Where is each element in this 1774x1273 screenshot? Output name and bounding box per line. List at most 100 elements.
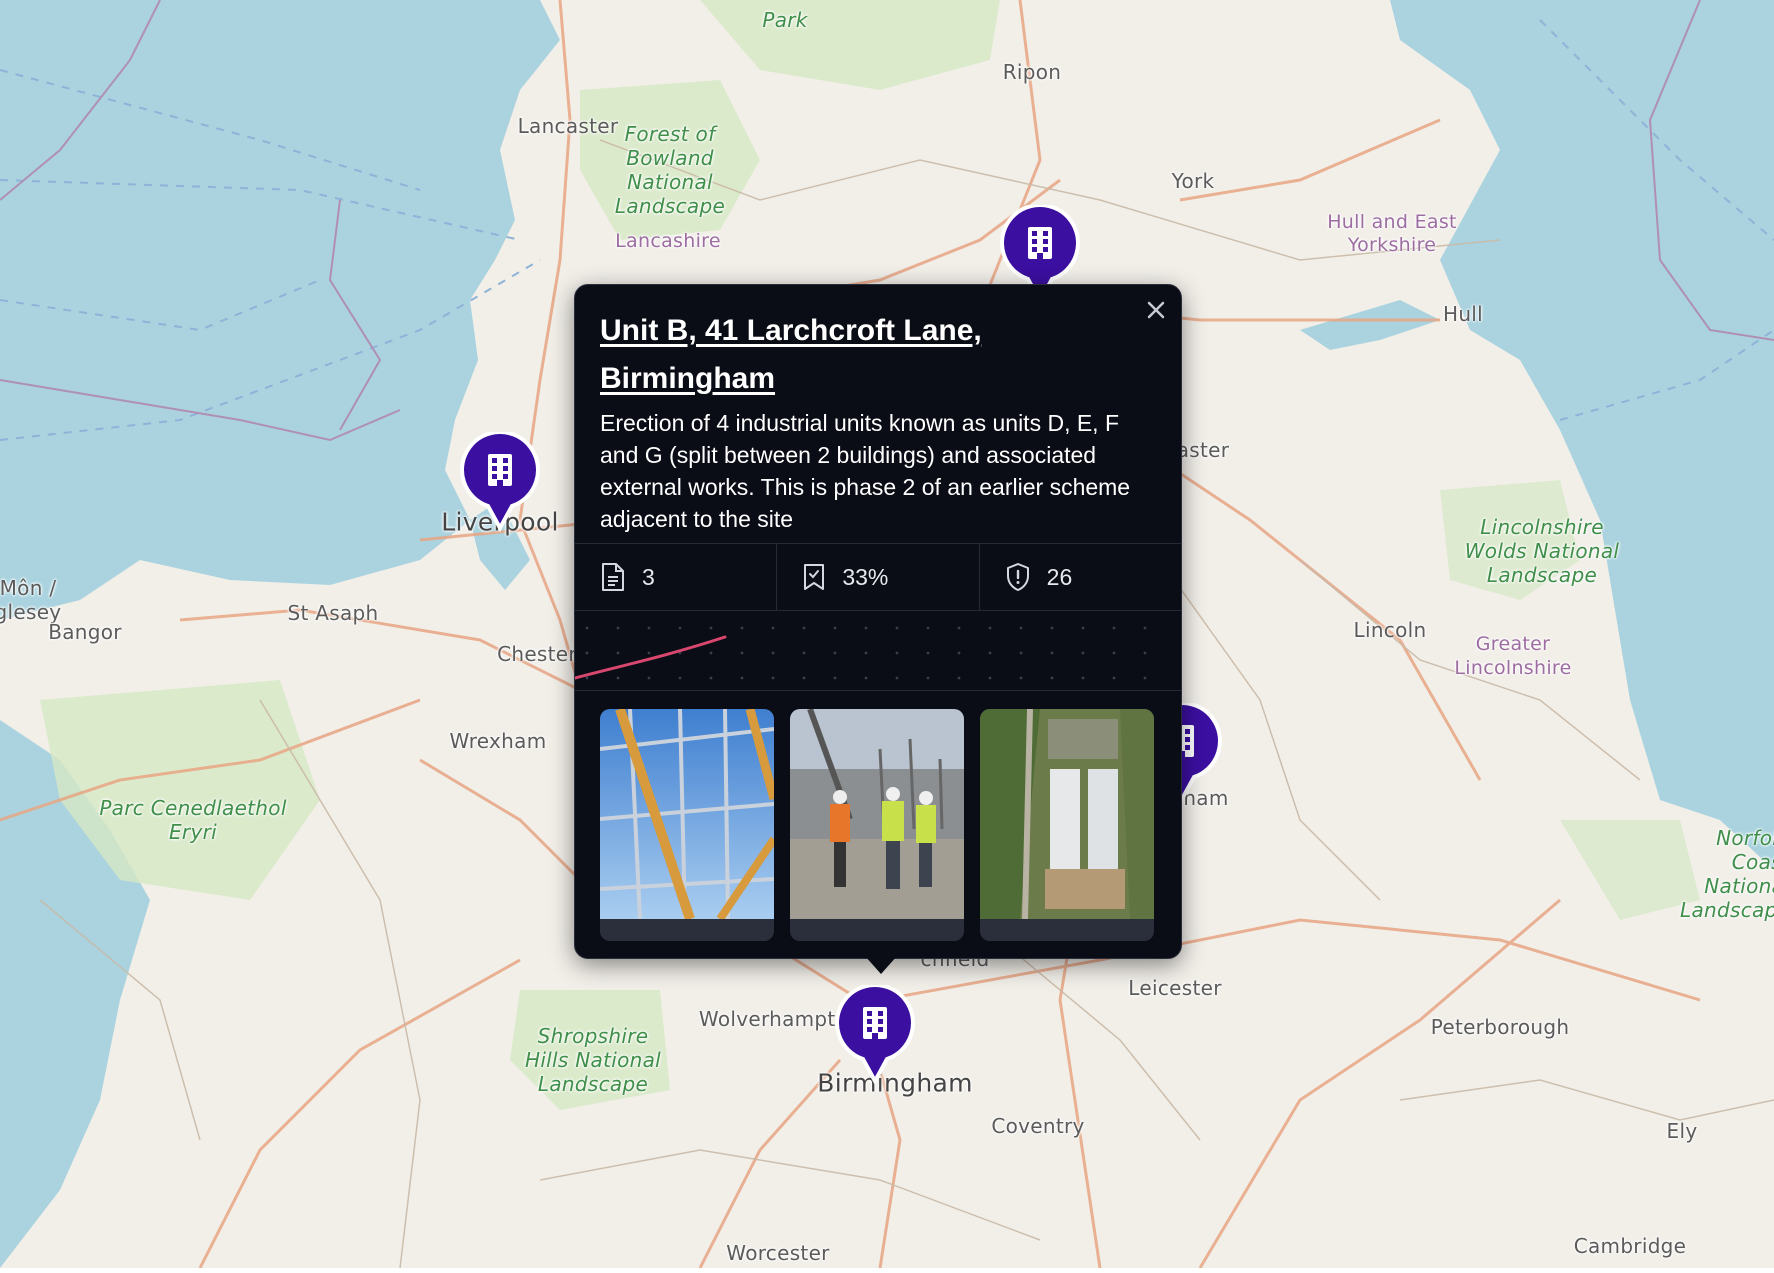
- grid-dot: [647, 651, 651, 655]
- construction-workers-photo-icon: [790, 709, 964, 941]
- grid-dot: [988, 626, 992, 630]
- grid-dot: [740, 651, 744, 655]
- grid-dot: [678, 676, 682, 680]
- bookmark-percent: 33%: [842, 563, 889, 590]
- grid-dot: [1019, 676, 1023, 680]
- grid-dot: [1081, 676, 1085, 680]
- site-popup: Unit B, 41 Larchcroft Lane, Birmingham E…: [574, 284, 1182, 974]
- place-label: York: [1171, 169, 1215, 193]
- grid-dot: [1081, 651, 1085, 655]
- grid-dot: [988, 676, 992, 680]
- grid-dot: [1050, 676, 1054, 680]
- grid-dot: [833, 651, 837, 655]
- grid-dot: [1081, 626, 1085, 630]
- place-label: Lincolnshire Wolds National Landscape: [1464, 515, 1620, 587]
- grid-dot: [740, 676, 744, 680]
- place-label: Norfolk Coast National Landscape: [1680, 826, 1774, 922]
- grid-dot: [585, 651, 589, 655]
- grid-dot: [833, 676, 837, 680]
- place-label: St Asaph: [287, 601, 379, 625]
- grid-dot: [709, 676, 713, 680]
- grid-dot: [802, 626, 806, 630]
- grid-dot: [833, 626, 837, 630]
- sparkline-series: [575, 635, 727, 680]
- grid-dot: [926, 651, 930, 655]
- grid-dot: [709, 651, 713, 655]
- grid-dot: [802, 676, 806, 680]
- grid-dot: [1143, 626, 1147, 630]
- grid-dot: [647, 676, 651, 680]
- place-label: Shropshire Hills National Landscape: [524, 1024, 662, 1096]
- activity-sparkline: [575, 626, 1147, 680]
- place-label: Park: [762, 8, 808, 32]
- grid-dot: [647, 626, 651, 630]
- place-label: Hull: [1442, 302, 1484, 326]
- shield-icon: [1006, 563, 1029, 591]
- place-label: Bangor: [48, 620, 122, 644]
- photo-thumbnail[interactable]: [790, 709, 964, 941]
- photo-thumbnail[interactable]: [600, 709, 774, 941]
- grid-dot: [740, 626, 744, 630]
- aerial-site-photo-icon: [980, 709, 1154, 941]
- grid-dot: [771, 676, 775, 680]
- grid-dot: [616, 651, 620, 655]
- popup-title-link[interactable]: Unit B, 41 Larchcroft Lane, Birmingham: [600, 307, 1140, 403]
- grid-dot: [1143, 651, 1147, 655]
- place-label: Forest of Bowland National Landscape: [614, 122, 726, 218]
- grid-dot: [1050, 626, 1054, 630]
- map[interactable]: Park Ripon Lancaster Forest of Bowland N…: [0, 0, 1774, 1269]
- place-label: Wrexham: [449, 729, 547, 753]
- place-label: Ripon: [1002, 60, 1062, 84]
- grid-dot: [864, 626, 868, 630]
- building-icon: [460, 432, 540, 532]
- close-button[interactable]: [1141, 295, 1171, 325]
- shield-stat[interactable]: 26: [980, 544, 1181, 610]
- place-label: Lincoln: [1353, 618, 1427, 642]
- grid-dot: [957, 651, 961, 655]
- grid-dot: [957, 626, 961, 630]
- grid-dot: [771, 626, 775, 630]
- place-label: Hull and East Yorkshire: [1327, 211, 1457, 256]
- grid-dot: [802, 651, 806, 655]
- grid-dot: [616, 676, 620, 680]
- bookmark-stat[interactable]: 33%: [777, 544, 980, 610]
- grid-dot: [895, 651, 899, 655]
- grid-dot: [678, 626, 682, 630]
- place-label: Cambridge: [1573, 1234, 1687, 1258]
- place-label: Lancashire: [615, 230, 721, 252]
- popup-description: Erection of 4 industrial units known as …: [600, 410, 1131, 532]
- stats-row: 3 33% 26: [575, 543, 1181, 611]
- steel-frame-photo-icon: [600, 709, 774, 941]
- grid-dot: [585, 676, 589, 680]
- grid-dot: [1112, 626, 1116, 630]
- place-label: Leicester: [1128, 976, 1222, 1000]
- place-label: Greater Lincolnshire: [1454, 633, 1572, 679]
- place-label: Worcester: [726, 1241, 830, 1265]
- grid-dot: [1112, 651, 1116, 655]
- grid-dot: [1112, 676, 1116, 680]
- map-pin[interactable]: [460, 432, 540, 532]
- photo-gallery: [600, 709, 1154, 941]
- grid-dot: [1050, 651, 1054, 655]
- grid-dot: [864, 651, 868, 655]
- place-label: Ely: [1666, 1119, 1698, 1143]
- grid-dot: [585, 626, 589, 630]
- document-icon: [602, 563, 624, 591]
- grid-dot: [864, 676, 868, 680]
- place-label: Parc Cenedlaethol Eryri: [99, 796, 287, 844]
- grid-dot: [957, 676, 961, 680]
- close-icon: [1147, 301, 1165, 319]
- documents-stat[interactable]: 3: [575, 544, 778, 610]
- map-pin[interactable]: [835, 985, 915, 1085]
- grid-dot: [895, 676, 899, 680]
- place-label: Môn / glesey: [0, 576, 62, 624]
- photo-thumbnail[interactable]: [980, 709, 1154, 941]
- grid-dot: [1019, 651, 1023, 655]
- divider: [575, 690, 1181, 691]
- place-label: Coventry: [991, 1114, 1085, 1138]
- place-label: Peterborough: [1430, 1015, 1570, 1039]
- grid-dot: [1019, 626, 1023, 630]
- shield-count: 26: [1046, 563, 1073, 590]
- bookmark-icon: [804, 564, 825, 590]
- grid-dot: [771, 651, 775, 655]
